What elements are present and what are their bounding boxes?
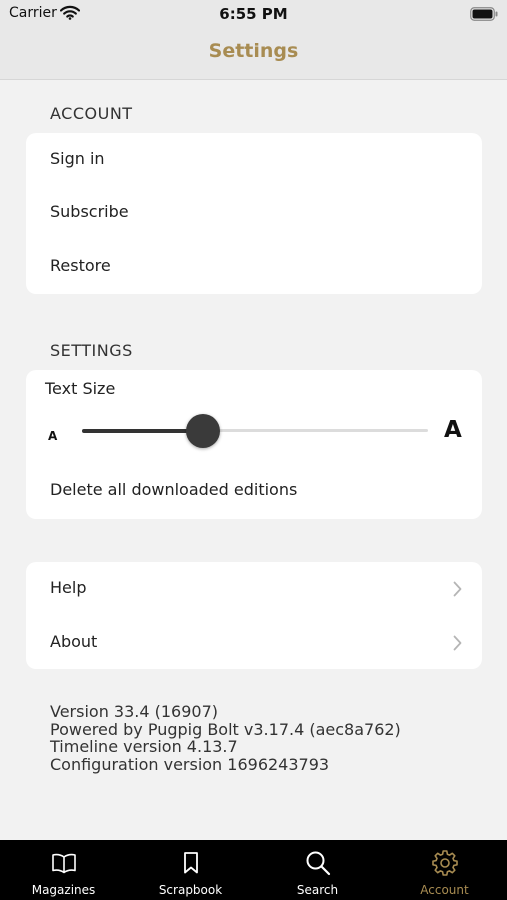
slider-thumb[interactable] (186, 414, 221, 448)
restore-row[interactable]: Restore (26, 242, 482, 292)
about-label: About (50, 632, 98, 651)
subscribe-label: Subscribe (50, 202, 129, 221)
clock: 6:55 PM (219, 5, 288, 23)
help-row[interactable]: Help (26, 564, 482, 614)
restore-label: Restore (50, 256, 111, 275)
app-version: Version 33.4 (16907) (50, 702, 219, 721)
battery-icon (470, 6, 498, 25)
settings-section-header: SETTINGS (50, 341, 133, 360)
account-card: Sign in Subscribe Restore (26, 133, 482, 294)
configuration-version: Configuration version 1696243793 (50, 754, 330, 774)
tab-search[interactable]: Search (254, 840, 381, 900)
tab-search-label: Search (296, 883, 339, 897)
sign-in-row[interactable]: Sign in (26, 135, 482, 185)
page-title: Settings (208, 40, 299, 62)
tab-scrapbook[interactable]: Scrapbook (127, 840, 254, 900)
tab-account-label: Account (420, 883, 469, 897)
subscribe-row[interactable]: Subscribe (26, 188, 482, 238)
settings-card: Text Size A A Delete all downloaded edit… (26, 370, 482, 519)
tab-magazines-label: Magazines (31, 883, 96, 897)
powered-by: Powered by Pugpig Bolt v3.17.4 (aec8a762… (50, 719, 401, 739)
account-section-header: ACCOUNT (50, 104, 133, 123)
search-icon (254, 849, 381, 877)
about-row[interactable]: About (26, 618, 482, 668)
sign-in-label: Sign in (50, 149, 105, 168)
delete-downloads-label: Delete all downloaded editions (50, 480, 298, 499)
tab-bar: Magazines Scrapbook Search Account (0, 840, 507, 900)
help-label: Help (50, 578, 87, 597)
chevron-right-icon (453, 635, 462, 655)
status-bar: Carrier 6:55 PM (0, 0, 507, 30)
version-info: Version 33.4 (16907) Powered by Pugpig B… (50, 703, 401, 773)
gear-icon (381, 849, 507, 877)
large-text-size-glyph: A (444, 417, 462, 443)
text-size-slider[interactable] (82, 414, 428, 448)
tab-account[interactable]: Account (381, 840, 507, 900)
tab-scrapbook-label: Scrapbook (158, 883, 223, 897)
info-card: Help About (26, 562, 482, 669)
tab-magazines[interactable]: Magazines (0, 840, 127, 900)
navigation-bar: Settings (0, 30, 507, 80)
open-book-icon (0, 849, 127, 877)
chevron-right-icon (453, 581, 462, 601)
delete-downloads-row[interactable]: Delete all downloaded editions (26, 466, 482, 516)
text-size-label: Text Size (45, 379, 116, 398)
bookmark-icon (127, 849, 254, 877)
small-text-size-glyph: A (48, 429, 58, 443)
slider-fill (82, 429, 204, 433)
timeline-version: Timeline version 4.13.7 (50, 737, 238, 756)
